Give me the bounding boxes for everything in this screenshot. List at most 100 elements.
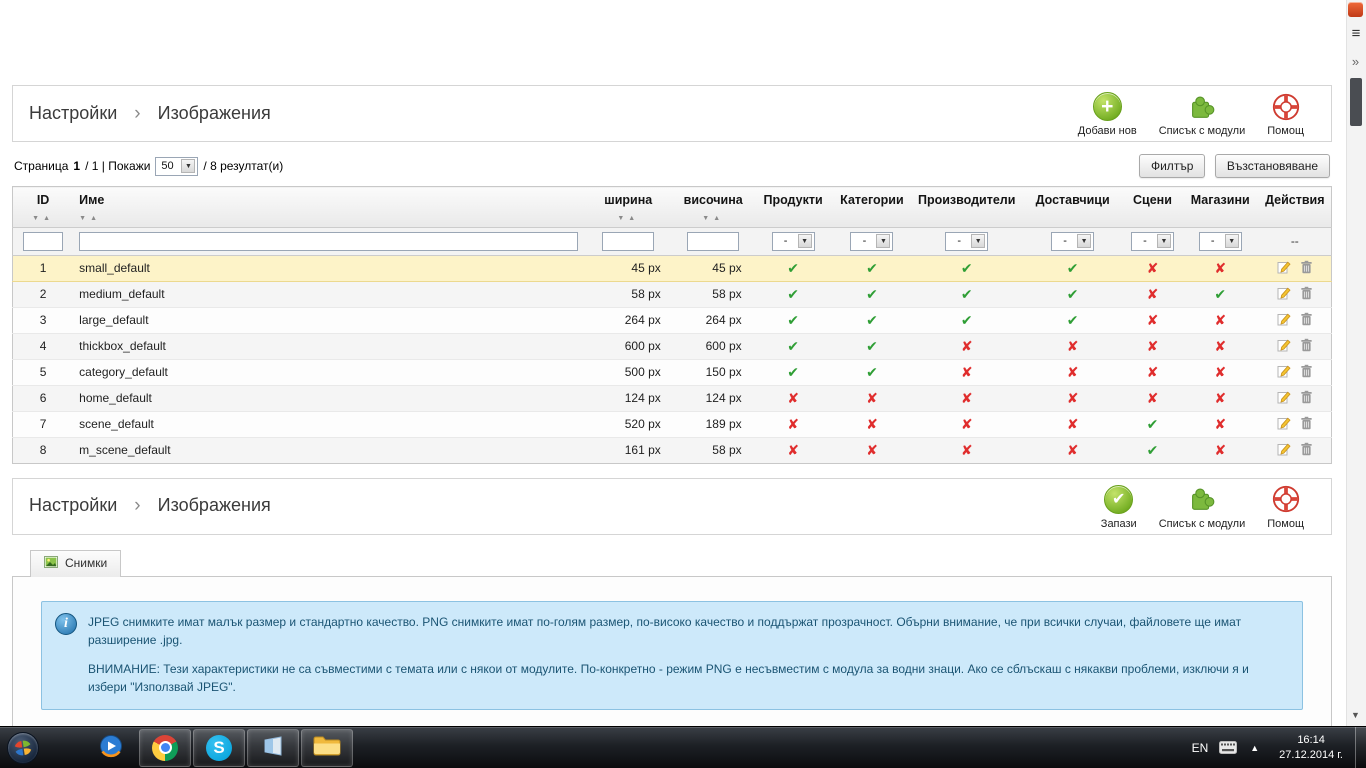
- filter-id-input[interactable]: [23, 231, 64, 251]
- column-header-width[interactable]: ширина ▼ ▲: [583, 186, 673, 228]
- breadcrumb: Настройки › Изображения: [29, 103, 271, 125]
- edit-icon[interactable]: [1277, 286, 1291, 303]
- column-header-id[interactable]: ID ▼ ▲: [12, 186, 74, 228]
- sort-desc-icon[interactable]: ▼: [79, 215, 86, 222]
- cross-icon: ✘: [1214, 441, 1227, 458]
- table-row[interactable]: 5 category_default 500 px 150 px ✔ ✔ ✘ ✘…: [12, 358, 1332, 385]
- delete-icon[interactable]: [1300, 338, 1313, 355]
- cell-shops-flag: ✘: [1181, 358, 1259, 385]
- edit-icon[interactable]: [1277, 390, 1291, 407]
- results-count: / 8 резултат(и): [203, 159, 284, 173]
- check-icon: ✔: [787, 259, 799, 276]
- delete-icon[interactable]: [1300, 416, 1313, 433]
- column-header-categories: Категории: [832, 186, 912, 228]
- show-desktop-button[interactable]: [1355, 726, 1366, 768]
- menu-icon[interactable]: ≡: [1348, 26, 1364, 41]
- cell-categories-flag: ✔: [832, 254, 912, 282]
- delete-icon[interactable]: [1300, 442, 1313, 459]
- reset-button[interactable]: Възстановяване: [1214, 154, 1330, 178]
- table-row[interactable]: 3 large_default 264 px 264 px ✔ ✔ ✔ ✔ ✘ …: [12, 306, 1332, 333]
- filter-products-select[interactable]: - ▼: [771, 231, 815, 251]
- check-icon: ✔: [960, 311, 973, 328]
- save-button[interactable]: ✔ Запази: [1090, 483, 1148, 530]
- edit-icon[interactable]: [1277, 416, 1291, 433]
- sort-asc-icon[interactable]: ▲: [713, 215, 720, 222]
- table-row[interactable]: 1 small_default 45 px 45 px ✔ ✔ ✔ ✔ ✘ ✘: [12, 254, 1332, 282]
- cell-products-flag: ✘: [753, 436, 833, 463]
- check-icon: ✔: [866, 259, 878, 276]
- filter-shops-select[interactable]: - ▼: [1198, 231, 1242, 251]
- filter-name-input[interactable]: [79, 231, 578, 251]
- filter-suppliers-select[interactable]: - ▼: [1051, 231, 1095, 251]
- taskbar-media-player-button[interactable]: [85, 729, 137, 767]
- scrollbar-thumb[interactable]: [1350, 78, 1362, 126]
- start-button[interactable]: [3, 728, 43, 768]
- taskbar-clock[interactable]: 16:14 27.12.2014 г.: [1267, 733, 1355, 763]
- table-row[interactable]: 8 m_scene_default 161 px 58 px ✘ ✘ ✘ ✘ ✔…: [12, 436, 1332, 463]
- cross-icon: ✘: [1146, 285, 1159, 302]
- filter-manufacturers-select[interactable]: - ▼: [945, 231, 989, 251]
- clock-date: 27.12.2014 г.: [1279, 748, 1343, 761]
- list-toolbar: Страница 1 / 1 | Покажи 50 ▼ / 8 резулта…: [14, 154, 1330, 178]
- delete-icon[interactable]: [1300, 312, 1313, 329]
- table-row[interactable]: 7 scene_default 520 px 189 px ✘ ✘ ✘ ✘ ✔ …: [12, 410, 1332, 437]
- table-row[interactable]: 6 home_default 124 px 124 px ✘ ✘ ✘ ✘ ✘ ✘: [12, 384, 1332, 411]
- scroll-down-icon[interactable]: ▼: [1349, 710, 1362, 720]
- filter-categories-select[interactable]: - ▼: [850, 231, 894, 251]
- breadcrumb-settings[interactable]: Настройки: [29, 103, 117, 123]
- sort-desc-icon[interactable]: ▼: [617, 215, 624, 222]
- edit-icon[interactable]: [1277, 312, 1291, 329]
- filter-scenes-select[interactable]: - ▼: [1130, 231, 1174, 251]
- delete-icon[interactable]: [1300, 390, 1313, 407]
- sort-asc-icon[interactable]: ▲: [43, 215, 50, 222]
- cell-categories-flag: ✔: [832, 306, 912, 333]
- sort-asc-icon[interactable]: ▲: [628, 215, 635, 222]
- table-row[interactable]: 4 thickbox_default 600 px 600 px ✔ ✔ ✘ ✘…: [12, 332, 1332, 359]
- browser-notification-icon[interactable]: [1348, 2, 1363, 17]
- column-header-name[interactable]: Име ▼ ▲: [73, 186, 584, 228]
- help-button[interactable]: Помощ: [1256, 90, 1315, 137]
- edit-icon[interactable]: [1277, 442, 1291, 459]
- modules-icon: [1187, 90, 1217, 123]
- edit-icon[interactable]: [1277, 260, 1291, 277]
- cell-scenes-flag: ✘: [1123, 280, 1182, 307]
- tab-images[interactable]: Снимки: [30, 549, 122, 577]
- delete-icon[interactable]: [1300, 286, 1313, 303]
- sort-desc-icon[interactable]: ▼: [702, 215, 709, 222]
- taskbar-skype-button[interactable]: S: [193, 728, 245, 767]
- filter-button[interactable]: Филтър: [1138, 154, 1206, 178]
- cross-icon: ✘: [1066, 337, 1079, 354]
- page-size-select[interactable]: 50 ▼: [155, 156, 199, 176]
- help-icon: [1271, 483, 1301, 516]
- breadcrumb-settings[interactable]: Настройки: [29, 495, 117, 515]
- cell-suppliers-flag: ✘: [1022, 410, 1124, 437]
- add-new-button[interactable]: + Добави нов: [1067, 90, 1148, 137]
- delete-icon[interactable]: [1300, 260, 1313, 277]
- hidden-icons-caret[interactable]: ▲: [1242, 743, 1267, 753]
- delete-icon[interactable]: [1300, 364, 1313, 381]
- modules-list-button[interactable]: Списък с модули: [1148, 90, 1257, 137]
- taskbar-app-button[interactable]: [247, 728, 299, 767]
- taskbar-chrome-button[interactable]: [139, 728, 191, 767]
- help-button[interactable]: Помощ: [1256, 483, 1315, 530]
- filter-height-input[interactable]: [687, 231, 740, 251]
- filter-width-input[interactable]: [602, 231, 655, 251]
- modules-list-button[interactable]: Списък с модули: [1148, 483, 1257, 530]
- cross-icon: ✘: [1146, 259, 1159, 276]
- cell-manufacturers-flag: ✔: [911, 280, 1023, 307]
- sort-asc-icon[interactable]: ▲: [90, 215, 97, 222]
- cell-products-flag: ✘: [753, 384, 833, 411]
- taskbar-explorer-button[interactable]: [301, 728, 353, 767]
- cell-name: scene_default: [73, 410, 584, 437]
- edit-icon[interactable]: [1277, 338, 1291, 355]
- cell-products-flag: ✔: [753, 306, 833, 333]
- cell-height: 124 px: [672, 384, 754, 411]
- language-indicator[interactable]: EN: [1186, 741, 1215, 755]
- image-types-table: ID ▼ ▲ Име ▼ ▲ ширина ▼ ▲ височина ▼ ▲ Проду…: [12, 186, 1332, 464]
- column-header-height[interactable]: височина ▼ ▲: [672, 186, 754, 228]
- overflow-chevron-icon[interactable]: »: [1348, 54, 1363, 69]
- table-row[interactable]: 2 medium_default 58 px 58 px ✔ ✔ ✔ ✔ ✘ ✔: [12, 280, 1332, 307]
- sort-desc-icon[interactable]: ▼: [32, 215, 39, 222]
- keyboard-icon[interactable]: [1214, 741, 1242, 754]
- edit-icon[interactable]: [1277, 364, 1291, 381]
